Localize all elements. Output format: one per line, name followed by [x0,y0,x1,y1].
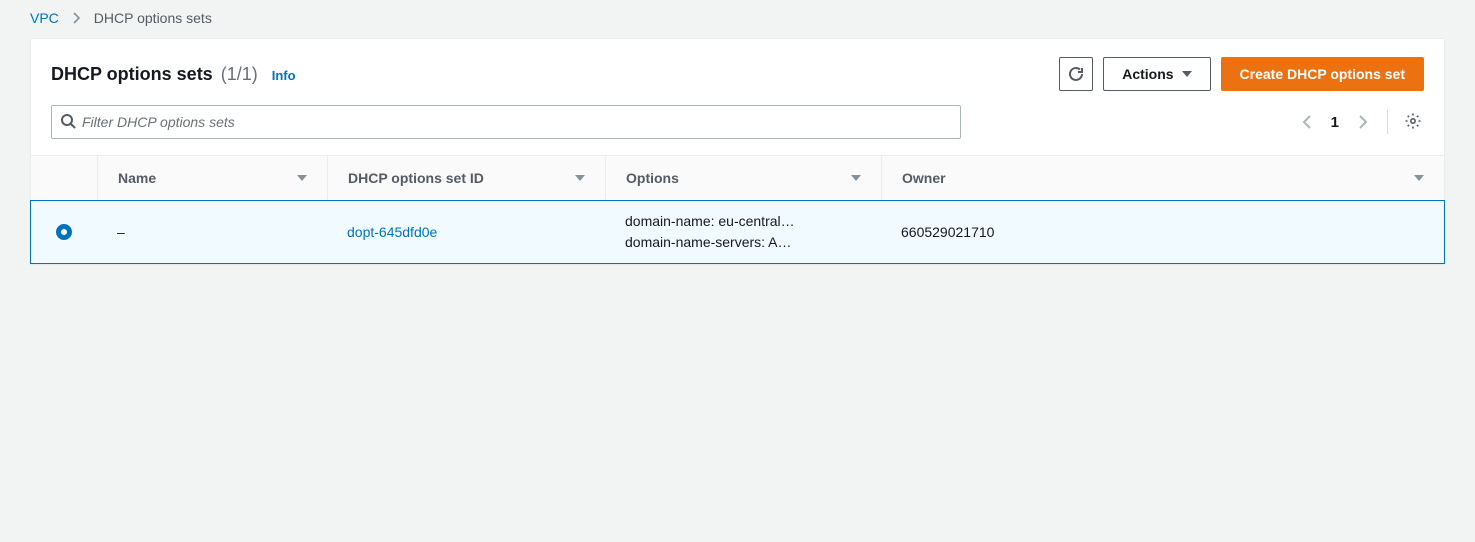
sort-icon [851,175,861,181]
cell-owner: 660529021710 [881,214,1444,250]
search-input[interactable] [82,106,952,138]
create-button[interactable]: Create DHCP options set [1221,57,1424,91]
column-owner-label: Owner [902,170,946,186]
actions-label: Actions [1122,66,1173,82]
breadcrumb-current: DHCP options sets [94,10,212,26]
info-link[interactable]: Info [272,68,296,83]
pagination: 1 [1297,110,1424,134]
table-header: Name DHCP options set ID Options Owner [31,155,1444,201]
refresh-button[interactable] [1059,57,1093,91]
gear-icon [1404,112,1422,133]
cell-name: – [97,214,327,250]
breadcrumb: VPC DHCP options sets [0,0,1475,38]
column-options[interactable]: Options [605,156,881,200]
item-count: (1/1) [221,64,258,85]
column-options-label: Options [626,170,679,186]
dhcp-id-link[interactable]: dopt-645dfd0e [347,224,437,240]
prev-page-button[interactable] [1297,112,1317,132]
chevron-right-icon [73,12,80,24]
radio-selected-icon [56,224,72,240]
sort-icon [1414,175,1424,181]
next-page-button[interactable] [1353,112,1373,132]
main-panel: DHCP options sets (1/1) Info Actions Cre… [30,38,1445,264]
column-name[interactable]: Name [97,156,327,200]
divider [1387,110,1388,134]
row-select[interactable] [31,214,97,250]
column-id[interactable]: DHCP options set ID [327,156,605,200]
table-body: – dopt-645dfd0e domain-name: eu-central…… [31,200,1444,264]
column-select [31,156,97,200]
page-title: DHCP options sets [51,64,213,85]
search-icon [60,113,82,132]
options-line-1: domain-name: eu-central… [625,211,861,232]
column-name-label: Name [118,170,156,186]
column-id-label: DHCP options set ID [348,170,484,186]
search-field[interactable] [51,105,961,139]
page-number: 1 [1331,114,1339,131]
column-owner[interactable]: Owner [881,156,1444,200]
breadcrumb-root-link[interactable]: VPC [30,10,59,26]
actions-button[interactable]: Actions [1103,57,1210,91]
cell-id: dopt-645dfd0e [327,214,605,250]
sort-icon [297,175,307,181]
table-row[interactable]: – dopt-645dfd0e domain-name: eu-central…… [30,200,1445,264]
create-label: Create DHCP options set [1240,66,1405,82]
cell-options: domain-name: eu-central… domain-name-ser… [605,201,881,263]
settings-button[interactable] [1402,111,1424,133]
sort-icon [575,175,585,181]
options-line-2: domain-name-servers: A… [625,232,861,253]
toolbar: 1 [31,91,1444,155]
panel-header: DHCP options sets (1/1) Info Actions Cre… [31,39,1444,91]
refresh-icon [1068,66,1084,82]
caret-down-icon [1182,71,1192,77]
